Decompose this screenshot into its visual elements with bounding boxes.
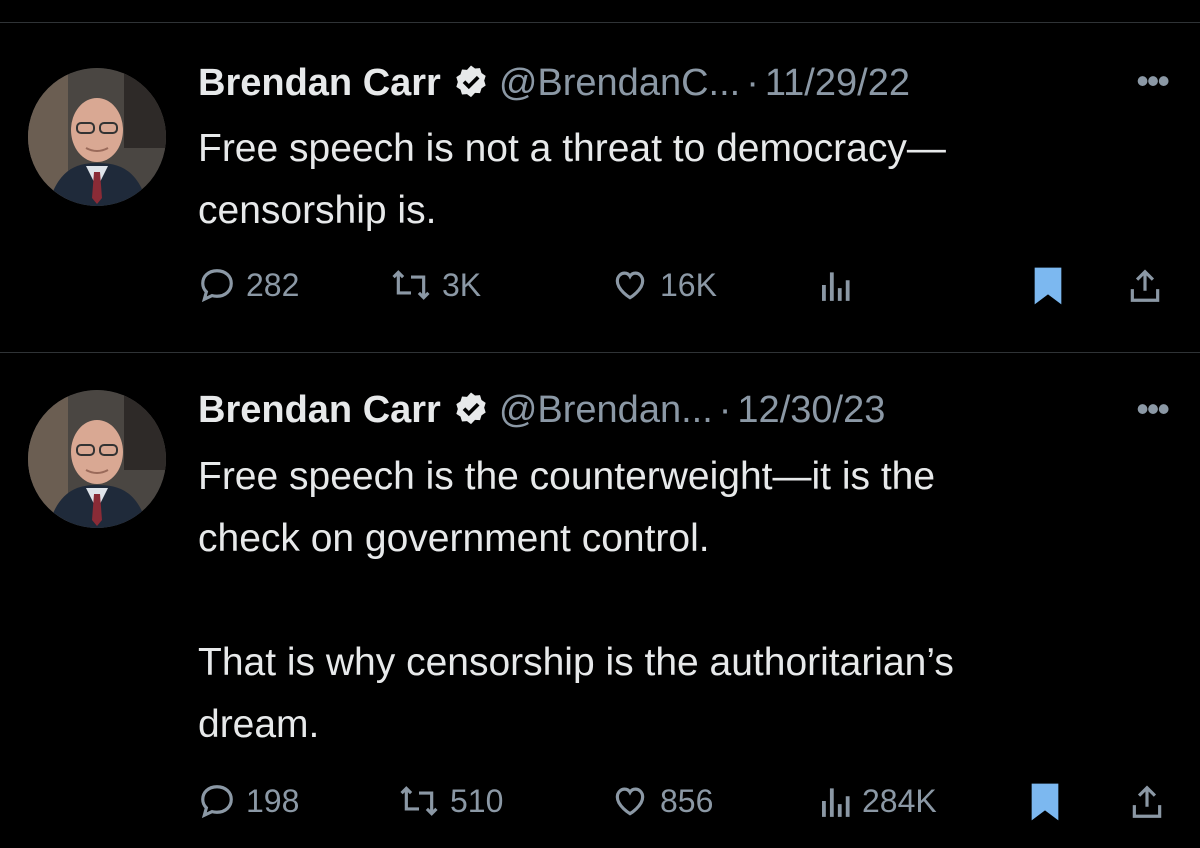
views-button[interactable]: 284K <box>818 782 937 820</box>
tweet[interactable]: Brendan Carr @Brendan... · 12/30/23 ••• … <box>0 352 1200 848</box>
retweet-button[interactable]: 3K <box>390 266 481 304</box>
tweet-date[interactable]: 11/29/22 <box>765 62 910 105</box>
reply-count: 282 <box>246 266 300 303</box>
tweet-header: Brendan Carr @BrendanC... · 11/29/22 <box>198 55 910 111</box>
tweet-text: Free speech is the counterweight—it is t… <box>198 455 954 746</box>
separator-dot: · <box>718 388 732 431</box>
author-handle[interactable]: @Brendan... <box>499 389 713 432</box>
share-icon <box>1130 269 1160 302</box>
like-icon <box>615 271 645 300</box>
retweet-count: 510 <box>450 782 504 819</box>
reply-icon <box>201 269 233 303</box>
author-handle[interactable]: @BrendanC... <box>499 62 740 105</box>
like-button[interactable]: 16K <box>610 266 717 304</box>
verified-badge-icon <box>451 390 491 430</box>
more-icon[interactable]: ••• <box>1136 388 1170 430</box>
avatar-image <box>28 390 166 528</box>
tweet[interactable]: Brendan Carr @BrendanC... · 11/29/22 •••… <box>0 0 1200 352</box>
separator-dot: · <box>746 61 759 104</box>
views-button[interactable] <box>818 266 862 304</box>
author-name[interactable]: Brendan Carr <box>198 389 441 432</box>
verified-badge-icon <box>451 63 491 103</box>
action-bar: 198 510 856 284K <box>198 782 1170 830</box>
share-button[interactable] <box>1126 266 1174 306</box>
retweet-icon <box>392 270 430 300</box>
tweet-date[interactable]: 12/30/23 <box>737 389 885 432</box>
share-button[interactable] <box>1128 782 1176 822</box>
retweet-button[interactable]: 510 <box>398 782 503 820</box>
bookmark-icon <box>1034 267 1062 305</box>
tweet-text: Free speech is not a threat to democracy… <box>198 127 946 232</box>
views-icon <box>822 788 850 817</box>
more-icon[interactable]: ••• <box>1136 60 1170 102</box>
retweet-count: 3K <box>442 266 482 303</box>
like-button[interactable]: 856 <box>610 782 713 820</box>
avatar-image <box>28 68 166 206</box>
bookmark-button[interactable] <box>1030 782 1070 822</box>
reply-button[interactable]: 282 <box>198 266 299 304</box>
like-count: 16K <box>660 266 717 303</box>
share-icon <box>1132 785 1162 818</box>
retweet-icon <box>400 786 438 816</box>
author-name[interactable]: Brendan Carr <box>198 62 441 105</box>
reply-count: 198 <box>246 782 300 819</box>
like-icon <box>615 787 645 816</box>
like-count: 856 <box>660 782 714 819</box>
views-count: 284K <box>862 782 937 819</box>
views-icon <box>822 272 850 301</box>
bookmark-icon <box>1031 783 1059 821</box>
avatar[interactable] <box>28 390 166 528</box>
bookmark-button[interactable] <box>1033 266 1073 306</box>
reply-icon <box>201 785 233 819</box>
avatar[interactable] <box>28 68 166 206</box>
action-bar: 282 3K 16K <box>198 266 1170 314</box>
reply-button[interactable]: 198 <box>198 782 299 820</box>
tweet-header: Brendan Carr @Brendan... · 12/30/23 <box>198 382 885 438</box>
